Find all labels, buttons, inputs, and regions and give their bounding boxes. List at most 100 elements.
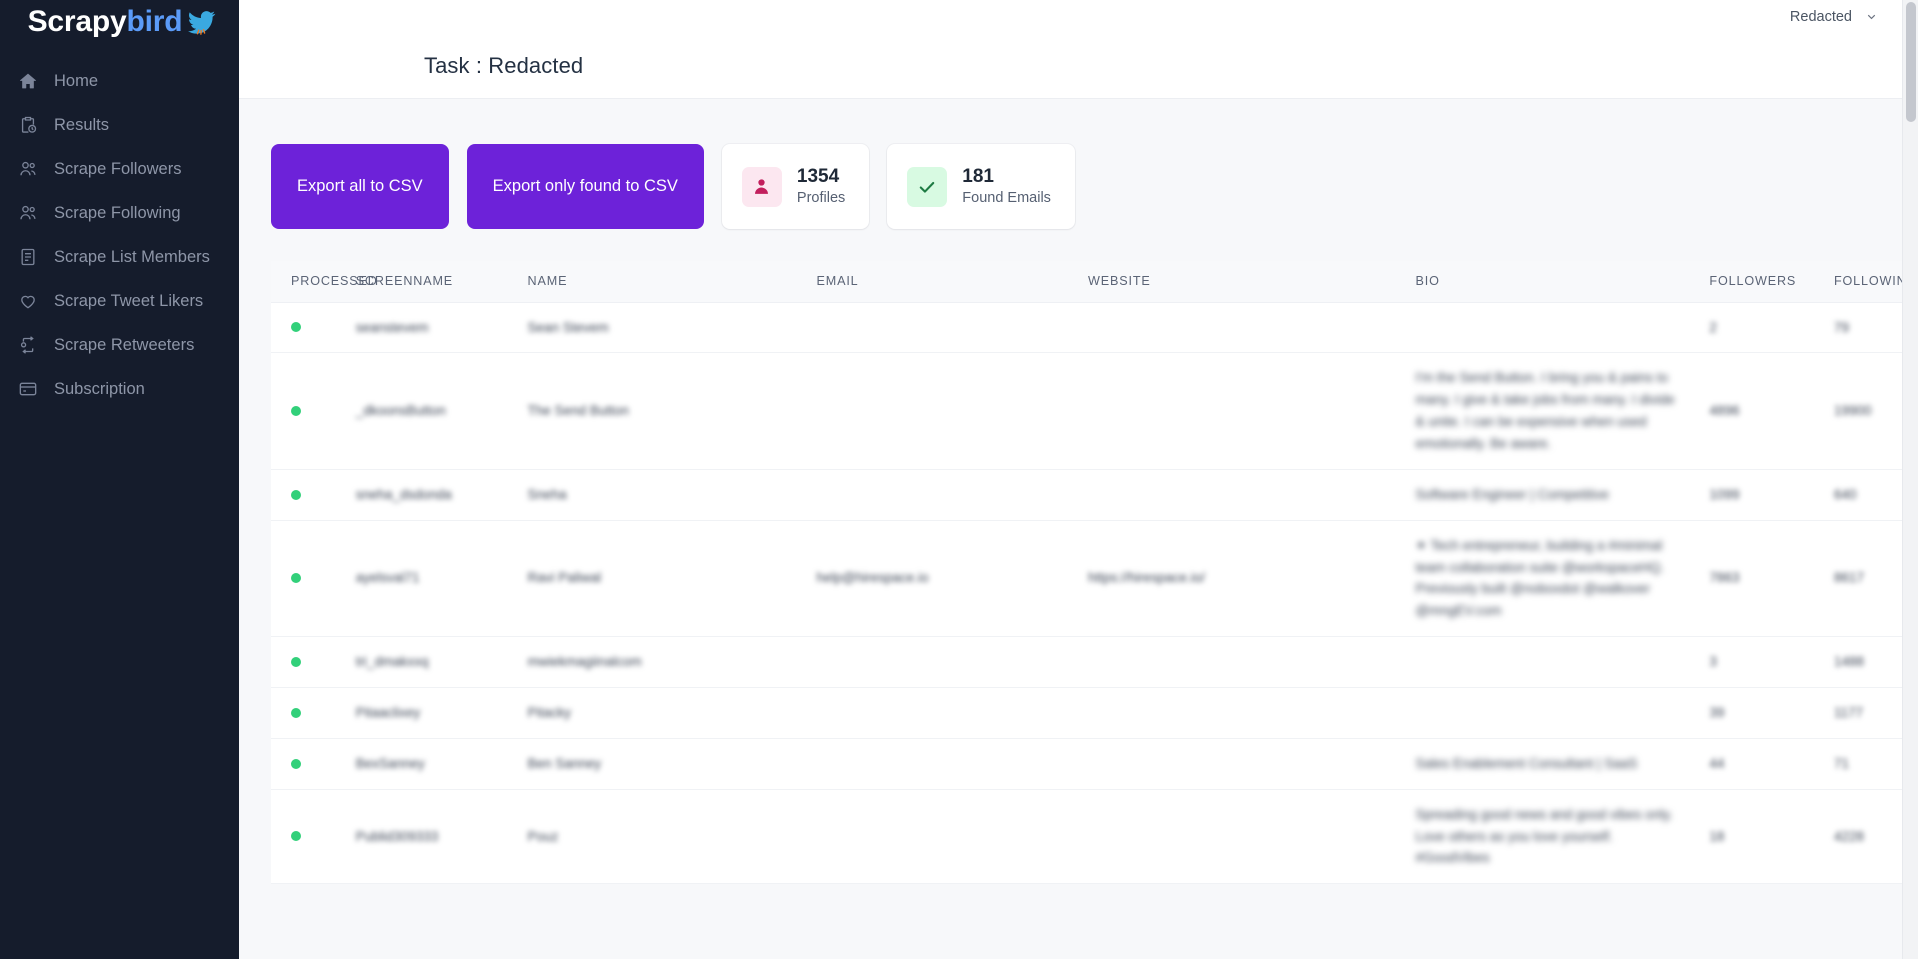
sidebar-item-scrape-list-members[interactable]: Scrape List Members: [0, 235, 239, 279]
cell-website: [1087, 302, 1416, 354]
redacted-value: Sean Stevem: [527, 319, 609, 335]
status-dot: [291, 758, 301, 769]
column-header-screenname[interactable]: SCREENNAME: [355, 261, 528, 303]
account-label: Redacted: [1789, 8, 1852, 25]
users-icon: [17, 203, 38, 224]
cell-processed: [271, 352, 356, 470]
redacted-value: Sales Enablement Consultant | SaaS: [1415, 755, 1638, 771]
page-title: Task : Redacted: [424, 52, 584, 78]
cell-website: [1087, 469, 1416, 521]
redacted-value: 1177: [1833, 704, 1863, 720]
brand-logo[interactable]: Scrapy bird: [0, 0, 239, 43]
table-row[interactable]: sneha_dsdonda Sneha Software Engineer | Co…: [271, 469, 1918, 521]
cell-website: [1087, 789, 1416, 885]
app-root: Scrapy bird Home Results Scrape Follower…: [0, 0, 1918, 959]
redacted-value: Software Engineer | Competitive: [1415, 486, 1609, 502]
cell-name: Sneha: [527, 469, 817, 521]
cell-processed: [271, 636, 356, 688]
redacted-value: sneha_dsdonda: [355, 486, 452, 502]
table-row[interactable]: Publid309333 Pouz Spreading good news and …: [271, 789, 1918, 885]
scrollbar-thumb[interactable]: [1906, 2, 1916, 122]
results-table-wrap[interactable]: PROCESSED SCREENNAME NAME EMAIL WEBSITE …: [271, 261, 1918, 885]
table-row[interactable]: tri_dmakxxq mwiekmagiinalcom 3 1488: [271, 636, 1918, 688]
redacted-value: ✦ Tech entrepreneur, building a #minimal…: [1415, 537, 1665, 619]
users-icon: [17, 159, 38, 180]
sidebar-item-label: Scrape Retweeters: [54, 335, 195, 354]
table-row[interactable]: _dkoonsButton The Send Button I'm the Send…: [271, 352, 1918, 470]
stat-label: Profiles: [796, 189, 846, 206]
redacted-value: 640: [1833, 486, 1857, 502]
cell-screenname: _dkoonsButton: [355, 352, 528, 470]
cell-processed: [271, 302, 356, 354]
redacted-value: 7863: [1709, 570, 1740, 586]
redacted-value: 8617: [1833, 570, 1864, 586]
cell-processed: [271, 469, 356, 521]
table-row[interactable]: BexSanney Ben Sanney Sales Enablement Cons…: [271, 738, 1918, 790]
sidebar-item-home[interactable]: Home: [0, 59, 239, 103]
column-header-name[interactable]: NAME: [527, 261, 817, 303]
sidebar-item-scrape-retweeters[interactable]: Scrape Retweeters: [0, 323, 239, 367]
column-header-processed[interactable]: PROCESSED: [271, 261, 377, 303]
stat-card-profiles: 1354 Profiles: [721, 144, 870, 229]
cell-website: [1087, 687, 1416, 739]
account-menu[interactable]: Redacted: [1780, 5, 1888, 29]
export-only-found-to-csv-button[interactable]: Export only found to CSV: [466, 144, 704, 229]
redacted-value: The Send Button: [527, 403, 629, 419]
cell-screenname: Publid309333: [355, 789, 528, 885]
sidebar: Scrapy bird Home Results Scrape Follower…: [0, 0, 239, 959]
brand-name-primary: Scrapy: [27, 4, 127, 38]
cell-email: [816, 789, 1088, 885]
redacted-value: 44: [1709, 755, 1725, 771]
cell-website: https://hirespace.io/: [1087, 520, 1416, 638]
column-header-email[interactable]: EMAIL: [816, 261, 1088, 303]
top-bar: Redacted: [239, 0, 1918, 33]
stat-card-found-emails: 181 Found Emails: [887, 144, 1075, 229]
redacted-value: 3: [1709, 654, 1717, 670]
brand-name-secondary: bird: [126, 4, 183, 38]
cell-followers: 39: [1709, 687, 1834, 739]
check-icon: [907, 166, 948, 207]
sidebar-item-scrape-followers[interactable]: Scrape Followers: [0, 147, 239, 191]
redacted-value: 2: [1709, 319, 1717, 335]
redacted-value: tri_dmakxxq: [355, 654, 429, 670]
cell-bio: Sales Enablement Consultant | SaaS: [1415, 738, 1710, 790]
sidebar-nav: Home Results Scrape Followers Scrape Fol…: [0, 59, 239, 411]
cell-email: [816, 469, 1088, 521]
column-header-followers[interactable]: FOLLOWERS: [1709, 261, 1834, 303]
cell-processed: [271, 738, 356, 790]
cell-email: [816, 687, 1088, 739]
cell-bio: [1415, 302, 1710, 354]
vertical-scrollbar[interactable]: [1902, 0, 1918, 959]
cell-processed: [271, 687, 356, 739]
table-header-row: PROCESSED SCREENNAME NAME EMAIL WEBSITE …: [271, 261, 1918, 303]
sidebar-item-label: Scrape Following: [54, 203, 181, 222]
stat-value: 181: [962, 166, 994, 188]
actions-strip: Export all to CSV Export only found to C…: [271, 144, 1918, 229]
table-row[interactable]: seanstevem Sean Stevem 2 79: [271, 302, 1918, 354]
cell-followers: 4896: [1709, 352, 1834, 470]
status-dot: [291, 573, 301, 584]
status-dot: [291, 707, 301, 718]
redacted-value: Pouz: [527, 828, 559, 844]
cell-screenname: sneha_dsdonda: [355, 469, 528, 521]
page-title-bar: Task : Redacted: [239, 33, 1918, 99]
table-row[interactable]: Pitaaclixey Pitacky 39 1177: [271, 687, 1918, 739]
redacted-value: 79: [1833, 319, 1849, 335]
sidebar-item-scrape-following[interactable]: Scrape Following: [0, 191, 239, 235]
cell-email: [816, 352, 1088, 470]
export-all-to-csv-button[interactable]: Export all to CSV: [271, 144, 449, 229]
content-area: Export all to CSV Export only found to C…: [239, 99, 1918, 885]
main-content: Redacted Task : Redacted Export all to C…: [239, 0, 1918, 959]
sidebar-item-label: Scrape Tweet Likers: [54, 291, 204, 310]
redacted-value: Ravi Paliwal: [527, 570, 602, 586]
sidebar-item-scrape-tweet-likers[interactable]: Scrape Tweet Likers: [0, 279, 239, 323]
cell-website: [1087, 738, 1416, 790]
sidebar-item-subscription[interactable]: Subscription: [0, 367, 239, 411]
bird-icon: [187, 9, 217, 35]
column-header-bio[interactable]: BIO: [1415, 261, 1710, 303]
column-header-website[interactable]: WEBSITE: [1087, 261, 1416, 303]
table-row[interactable]: ayelsval71 Ravi Paliwal help@hirespace.io h…: [271, 520, 1918, 638]
redacted-value: 1488: [1833, 654, 1864, 670]
cell-email: [816, 738, 1088, 790]
sidebar-item-results[interactable]: Results: [0, 103, 239, 147]
